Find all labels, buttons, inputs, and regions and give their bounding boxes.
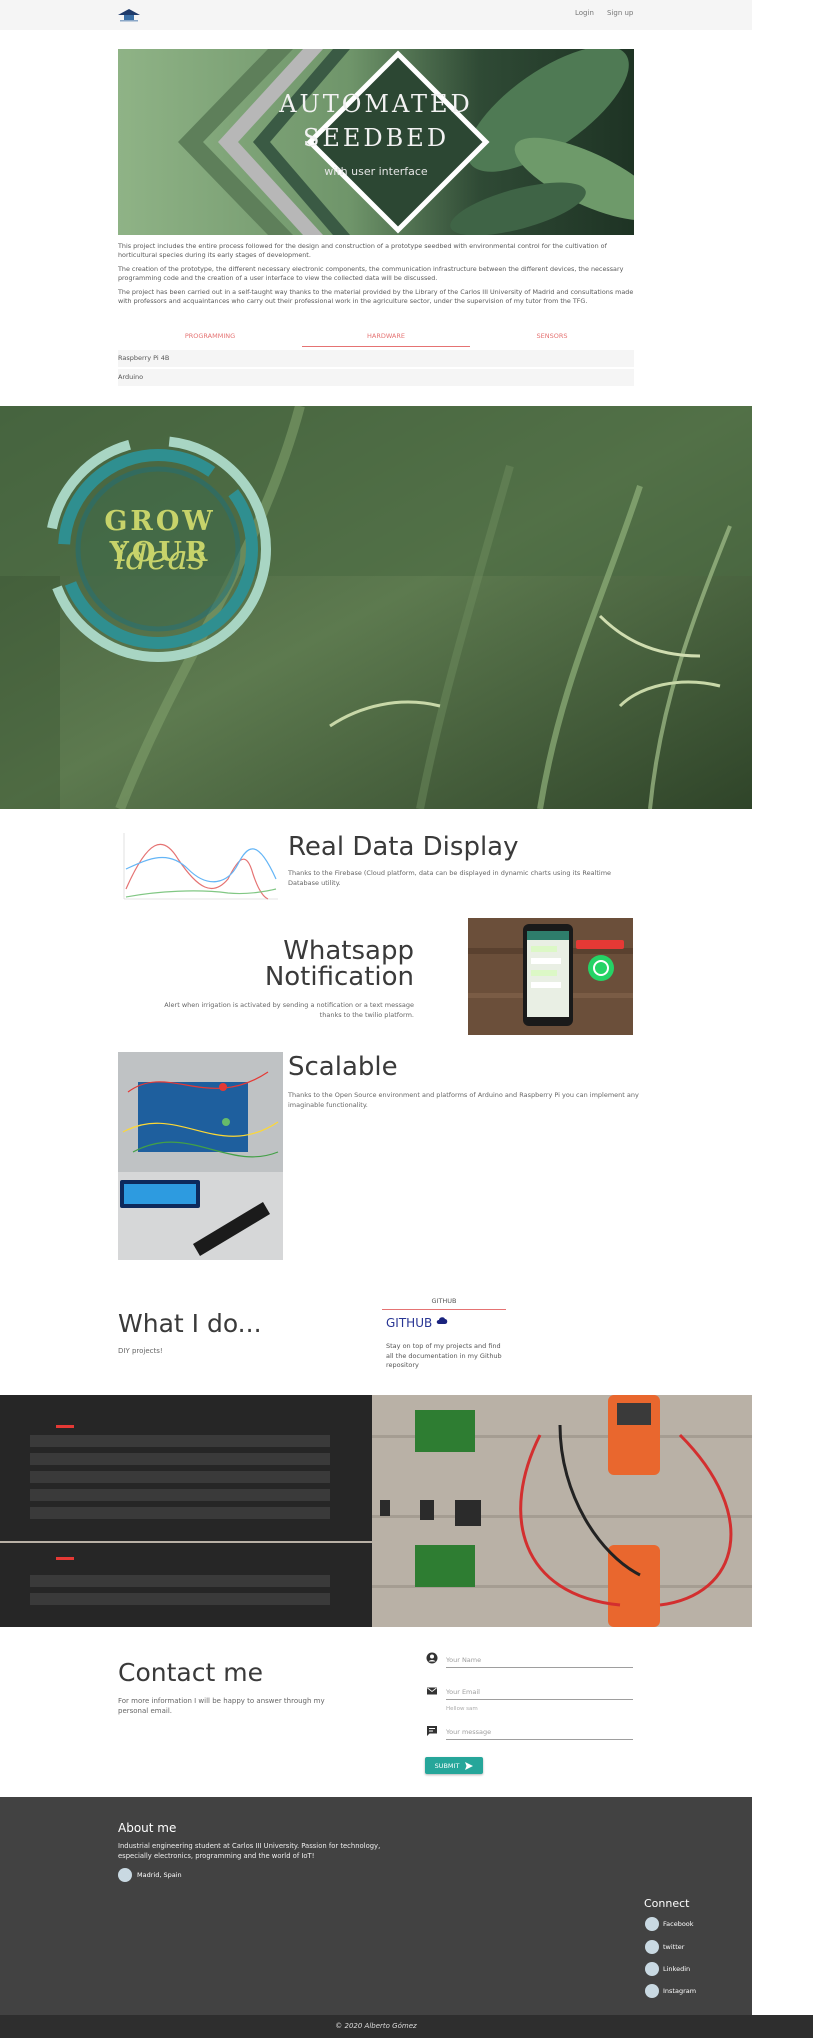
banner-title-line1: AUTOMATED <box>279 90 473 118</box>
contact-title: Contact me <box>118 1658 263 1687</box>
email-input[interactable] <box>446 1688 633 1700</box>
list-item[interactable]: Raspberry Pi 4B <box>118 350 634 367</box>
account-circle-icon <box>426 1652 438 1664</box>
list-item[interactable]: Arduino <box>118 369 634 386</box>
what-i-do-subtitle: DIY projects! <box>118 1347 163 1355</box>
social-label: Linkedin <box>663 1965 691 1973</box>
facebook-icon <box>645 1917 659 1931</box>
connect-title: Connect <box>644 1897 690 1910</box>
message-icon <box>427 1726 437 1736</box>
what-i-do-title: What I do... <box>118 1309 262 1338</box>
data-chart-thumbnail <box>118 829 283 905</box>
linkedin-icon <box>645 1962 659 1976</box>
tab-programming[interactable]: PROGRAMMING <box>124 332 296 340</box>
social-twitter[interactable]: twitter <box>645 1940 684 1954</box>
social-label: Instagram <box>663 1987 697 1995</box>
feature-text-realdata: Thanks to the Firebase (Cloud platform, … <box>288 869 612 887</box>
intro-paragraph: This project includes the entire process… <box>118 242 607 259</box>
feature-title-realdata: Real Data Display <box>288 832 519 862</box>
social-label: twitter <box>663 1943 685 1951</box>
cloud-icon <box>436 1317 448 1324</box>
workbench-image <box>0 1395 752 1627</box>
arduino-hardware-photo <box>118 1052 283 1260</box>
social-instagram[interactable]: Instagram <box>645 1984 696 1998</box>
banner-title-line2: SEEDBED <box>302 124 450 152</box>
location: Madrid, Spain <box>118 1868 182 1882</box>
grass-parallax-image: GROW YOUR ideas <box>0 406 752 809</box>
intro-paragraph: The project has been carried out in a se… <box>118 288 634 305</box>
submit-label: SUBMIT <box>434 1761 460 1770</box>
about-title: About me <box>118 1821 177 1835</box>
github-card-text: Stay on top of my projects and find all … <box>386 1342 502 1369</box>
email-icon <box>427 1687 437 1695</box>
login-link[interactable]: Login <box>575 9 594 17</box>
phone-whatsapp-photo <box>468 918 633 1035</box>
signup-link[interactable]: Sign up <box>607 9 633 17</box>
navbar: Login Sign up <box>0 0 752 30</box>
logo-text-line2: ideas <box>114 538 206 578</box>
feature-title-whatsapp: Notification <box>264 962 414 992</box>
twitter-icon <box>645 1940 659 1954</box>
github-card-underline <box>382 1309 506 1310</box>
hero-banner: AUTOMATED SEEDBED with user interface <box>118 49 634 235</box>
social-facebook[interactable]: Facebook <box>645 1917 694 1931</box>
tab-sensors[interactable]: SENSORS <box>466 332 638 340</box>
feature-text-scalable: Thanks to the Open Source environment an… <box>288 1091 639 1109</box>
send-icon <box>465 1761 474 1770</box>
logo-icon[interactable] <box>116 6 142 24</box>
feature-text-whatsapp: Alert when irrigation is activated by se… <box>164 1001 414 1009</box>
email-helper-text: Hellow sam <box>446 1706 478 1712</box>
github-card-header[interactable]: GITHUB <box>382 1297 506 1305</box>
intro-paragraph: The creation of the prototype, the diffe… <box>118 265 624 282</box>
github-card-title[interactable]: GITHUB <box>386 1316 432 1330</box>
about-text: Industrial engineering student at Carlos… <box>118 1842 381 1860</box>
footer <box>0 1797 752 2015</box>
tab-hardware[interactable]: HARDWARE <box>300 332 472 340</box>
intro-text: This project includes the entire process… <box>118 242 634 306</box>
banner-subtitle: with user interface <box>324 165 428 178</box>
contact-text: For more information I will be happy to … <box>118 1697 325 1715</box>
location-icon <box>118 1868 132 1882</box>
feature-text-whatsapp: thanks to the twilio platform. <box>319 1011 414 1019</box>
instagram-icon <box>645 1984 659 1998</box>
tab-indicator <box>302 346 470 347</box>
name-input[interactable] <box>446 1656 633 1668</box>
social-linkedin[interactable]: Linkedin <box>645 1962 690 1976</box>
location-text: Madrid, Spain <box>137 1871 182 1879</box>
workbench-parallax-image <box>0 1395 752 1627</box>
submit-button[interactable]: SUBMIT <box>425 1757 483 1774</box>
feature-title-scalable: Scalable <box>288 1052 398 1082</box>
social-label: Facebook <box>663 1920 694 1928</box>
message-input[interactable] <box>446 1728 633 1740</box>
copyright-text: © 2020 Alberto Gómez <box>335 2022 417 2030</box>
